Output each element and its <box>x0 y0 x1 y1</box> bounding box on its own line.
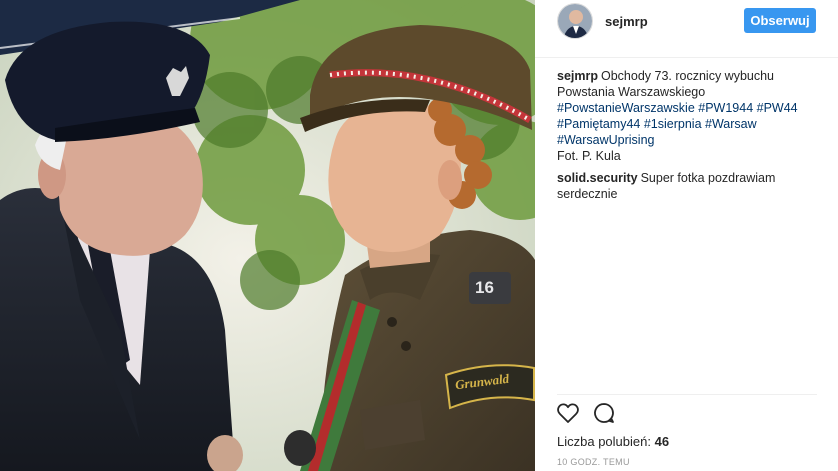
comment-line: serdecznie <box>557 187 618 201</box>
caption-line: Fot. P. Kula <box>557 149 621 163</box>
caption-username[interactable]: sejmrp <box>557 69 598 83</box>
actions-divider <box>557 394 817 395</box>
likes-label: Liczba polubień: <box>557 434 651 449</box>
caption: sejmrp Obchody 73. rocznicy wybuchu Powst… <box>557 68 819 164</box>
heart-icon[interactable] <box>556 401 582 427</box>
caption-hashtags[interactable]: #WarsawUprising <box>557 132 819 148</box>
photo-illustration <box>0 0 535 471</box>
likes-count[interactable]: Liczba polubień: 46 <box>557 434 669 449</box>
comment-username[interactable]: solid.security <box>557 171 638 185</box>
caption-line: Powstania Warszawskiego <box>557 85 706 99</box>
comment-line: Super fotka pozdrawiam <box>640 171 776 185</box>
post-sidebar: sejmrp Obserwuj sejmrp Obchody 73. roczni… <box>535 0 838 471</box>
comment-icon[interactable] <box>592 401 618 427</box>
comments-section: sejmrp Obchody 73. rocznicy wybuchu Powst… <box>557 68 819 208</box>
caption-hashtags[interactable]: #PowstanieWarszawskie #PW1944 #PW44 <box>557 100 819 116</box>
post-timestamp: 10 GODZ. TEMU <box>557 457 630 467</box>
post-photo[interactable]: 16 Grunwald <box>0 0 535 471</box>
likes-number: 46 <box>654 434 670 449</box>
follow-button[interactable]: Obserwuj <box>744 8 816 33</box>
avatar[interactable] <box>557 3 593 39</box>
post-header: sejmrp Obserwuj <box>535 0 838 58</box>
caption-hashtags[interactable]: #Pamiętamy44 #1sierpnia #Warsaw <box>557 116 819 132</box>
avatar-image <box>558 4 592 38</box>
post-username[interactable]: sejmrp <box>605 14 648 29</box>
comment: solid.security Super fotka pozdrawiam ser… <box>557 170 819 202</box>
badge-number: 16 <box>475 278 494 297</box>
caption-line: Obchody 73. rocznicy wybuchu <box>601 69 775 83</box>
